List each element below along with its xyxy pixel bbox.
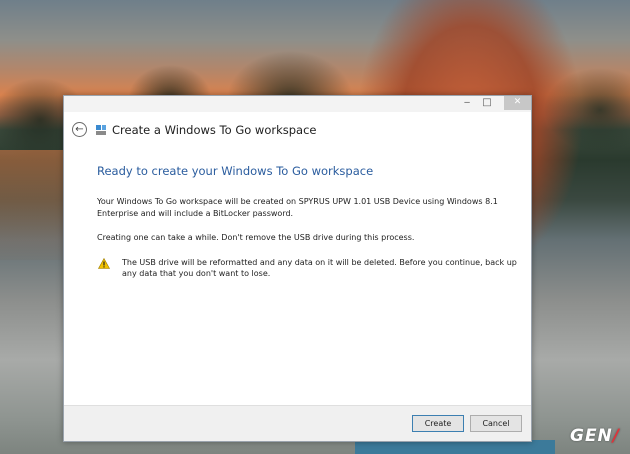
create-button[interactable]: Create (412, 415, 464, 432)
watermark-text: GEN (569, 426, 613, 446)
wizard-title: Create a Windows To Go workspace (112, 123, 317, 137)
button-bar: Create Cancel (64, 405, 531, 441)
page-heading: Ready to create your Windows To Go works… (97, 164, 374, 178)
back-arrow-icon[interactable]: ← (72, 122, 87, 137)
minimize-button[interactable]: ‒ (457, 96, 477, 110)
duration-text: Creating one can take a while. Don't rem… (97, 233, 415, 242)
maximize-button[interactable]: □ (477, 96, 497, 110)
background-water (0, 150, 70, 260)
watermark-accent: ∕ (612, 426, 620, 446)
wizard-window: ‒ □ ✕ ← Create a Windows To Go workspace… (63, 95, 532, 442)
background-person (355, 440, 555, 454)
close-button[interactable]: ✕ (504, 96, 531, 110)
wizard-content: Ready to create your Windows To Go works… (97, 164, 517, 293)
warning-row: The USB drive will be reformatted and an… (97, 257, 517, 280)
cancel-button[interactable]: Cancel (470, 415, 522, 432)
watermark-logo: GEN∕ (570, 426, 620, 446)
warning-text: The USB drive will be reformatted and an… (122, 257, 517, 279)
summary-text: Your Windows To Go workspace will be cre… (97, 197, 498, 218)
warning-icon (98, 257, 110, 269)
usb-drive-icon (96, 125, 106, 135)
title-bar[interactable]: ‒ □ ✕ (64, 96, 531, 112)
